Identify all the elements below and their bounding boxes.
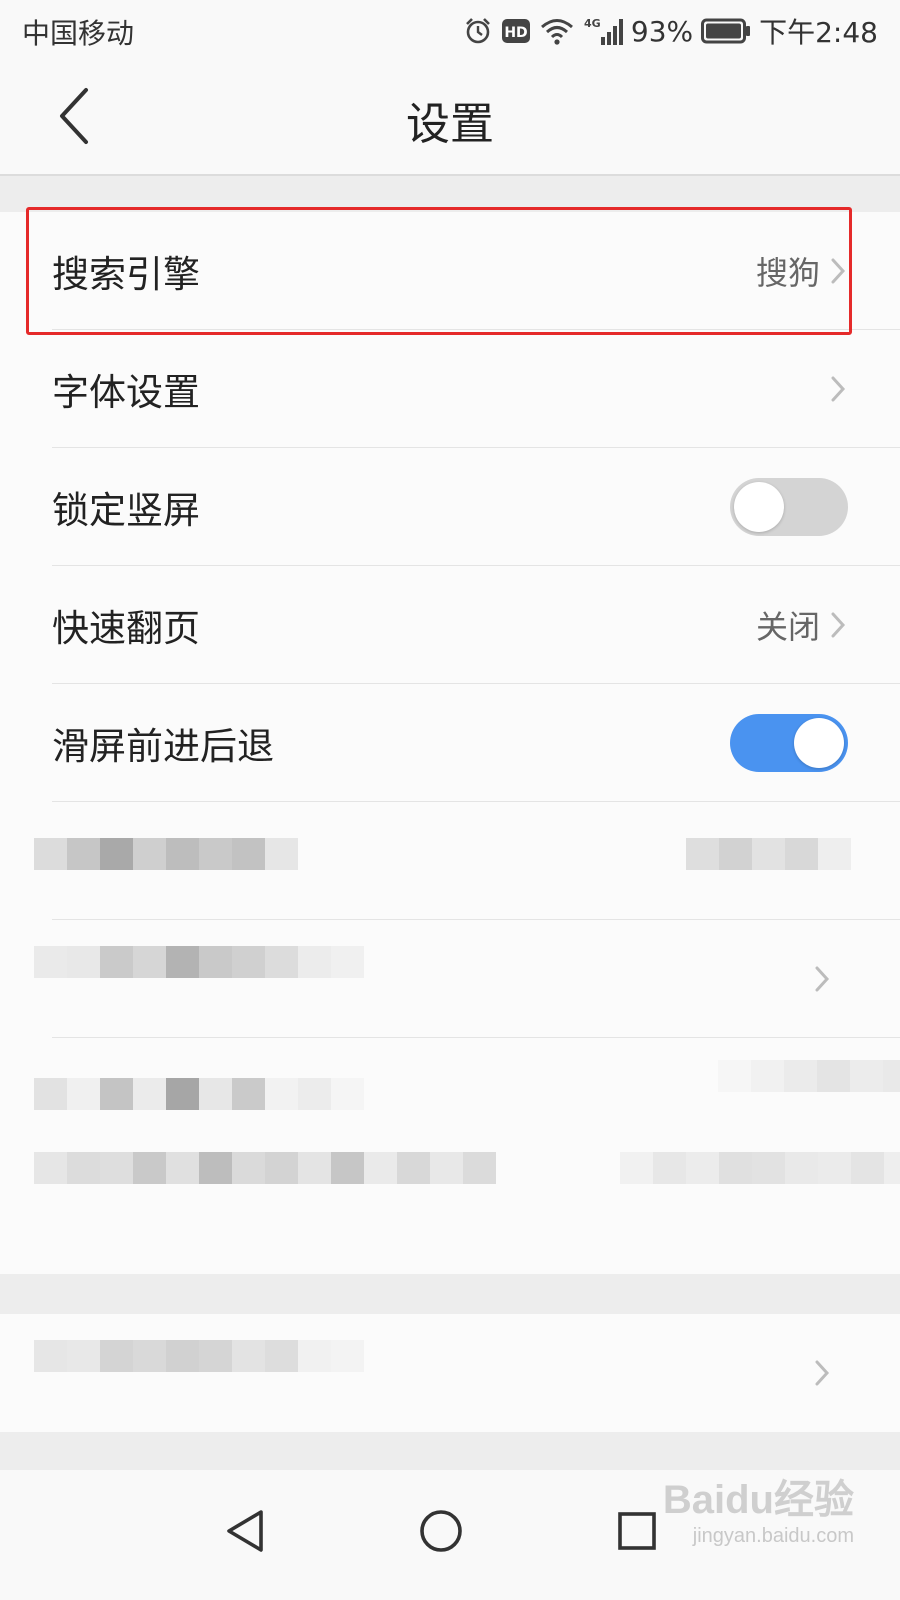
setting-value: 搜狗 — [755, 254, 820, 292]
battery-icon — [701, 18, 751, 44]
status-bar: 中国移动 HD 4G 93% 下午2:48 — [0, 0, 900, 62]
header-bar: 设置 — [0, 62, 900, 176]
setting-lock-portrait: 锁定竖屏 — [0, 448, 900, 566]
setting-quick-page-turn[interactable]: 快速翻页 关闭 — [0, 566, 900, 684]
chevron-right-icon — [828, 256, 848, 286]
redacted-row — [0, 802, 900, 920]
pixelated-block — [620, 1152, 900, 1184]
wifi-icon — [539, 16, 575, 46]
setting-font[interactable]: 字体设置 — [0, 330, 900, 448]
redacted-row — [0, 1152, 900, 1274]
redacted-row — [0, 1038, 900, 1156]
chevron-right-icon — [828, 374, 848, 404]
swipe-navigation-toggle[interactable] — [730, 714, 848, 772]
watermark: Baidu经验 jingyan.baidu.com — [663, 1476, 854, 1548]
pixelated-block — [34, 1340, 364, 1372]
pixelated-block — [34, 1152, 496, 1184]
pixelated-block — [34, 838, 298, 870]
setting-label: 搜索引擎 — [52, 253, 200, 296]
clock: 下午2:48 — [759, 16, 878, 49]
carrier-label: 中国移动 — [22, 17, 135, 50]
setting-swipe-navigation: 滑屏前进后退 — [0, 684, 900, 802]
setting-label: 锁定竖屏 — [52, 489, 200, 532]
lock-portrait-toggle[interactable] — [730, 478, 848, 536]
recents-square-icon — [616, 1510, 658, 1556]
pixelated-block — [34, 946, 364, 978]
nav-back-button[interactable] — [210, 1498, 280, 1568]
setting-value: 关闭 — [755, 608, 820, 646]
home-circle-icon — [418, 1508, 464, 1558]
page-title: 设置 — [406, 99, 494, 150]
nav-home-button[interactable] — [406, 1498, 476, 1568]
chevron-right-icon — [812, 964, 832, 994]
settings-list: 搜索引擎 搜狗 字体设置 锁定竖屏 快速翻页 关闭 滑屏前进后退 — [0, 212, 900, 1274]
svg-text:HD: HD — [504, 25, 527, 41]
status-indicators: HD 4G 93% 下午2:48 — [463, 10, 878, 52]
watermark-url: jingyan.baidu.com — [692, 1525, 854, 1547]
chevron-right-icon — [812, 1358, 832, 1388]
nav-recents-button[interactable] — [602, 1498, 672, 1568]
redacted-row — [0, 920, 900, 1038]
back-triangle-icon — [223, 1508, 267, 1558]
settings-list-secondary — [0, 1314, 900, 1432]
pixelated-block — [34, 1078, 364, 1110]
setting-search-engine[interactable]: 搜索引擎 搜狗 — [0, 212, 900, 330]
setting-label: 字体设置 — [52, 371, 200, 414]
4g-signal-icon: 4G — [583, 15, 623, 47]
watermark-logo: Baidu经验 — [662, 1478, 854, 1522]
toggle-knob — [734, 482, 784, 532]
setting-label: 滑屏前进后退 — [52, 725, 274, 768]
redacted-row[interactable] — [0, 1314, 900, 1432]
hd-icon: HD — [501, 18, 531, 44]
svg-text:4G: 4G — [584, 17, 601, 30]
pixelated-block — [718, 1060, 900, 1092]
setting-label: 快速翻页 — [52, 607, 200, 650]
alarm-icon — [463, 16, 493, 46]
battery-percent: 93% — [630, 14, 694, 48]
toggle-knob — [794, 718, 844, 768]
chevron-right-icon — [828, 610, 848, 640]
pixelated-block — [686, 838, 851, 870]
